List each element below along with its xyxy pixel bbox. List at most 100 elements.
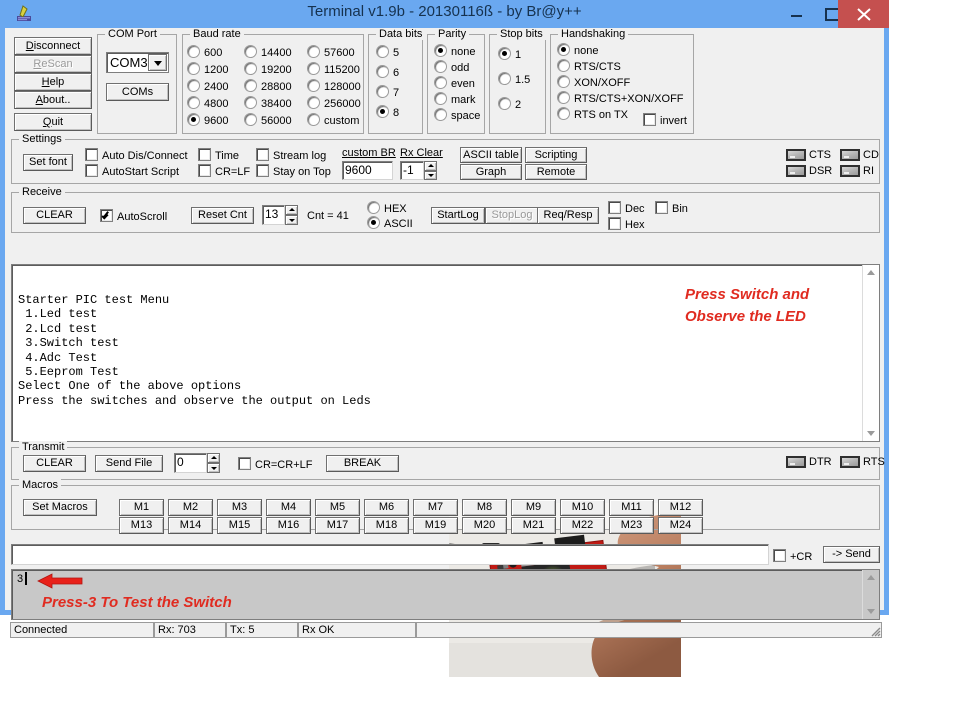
spinner-down-icon[interactable] [424,170,437,180]
cnt-spinner[interactable] [285,205,298,225]
macro-button-m1[interactable]: M1 [119,499,164,516]
parity-odd-radio[interactable]: odd [434,60,469,75]
stream-log-checkbox[interactable]: Stream log [256,148,326,163]
req-resp-button[interactable]: Req/Resp [537,207,599,224]
macro-button-m18[interactable]: M18 [364,517,409,534]
data-bits-6-radio[interactable]: 6 [376,65,399,80]
parity-none-radio[interactable]: none [434,44,475,59]
stop-bits-2-radio[interactable]: 2 [498,97,521,112]
resize-grip-icon[interactable] [869,625,881,637]
about-button[interactable]: About.. [14,91,92,109]
scroll-up-arrow[interactable] [863,570,879,585]
cnt-input[interactable]: 13 [262,205,285,225]
stop-log-button[interactable]: StopLog [485,207,539,224]
macro-button-m10[interactable]: M10 [560,499,605,516]
start-log-button[interactable]: StartLog [431,207,485,224]
handshaking-rts-cts-radio[interactable]: RTS/CTS [557,59,621,74]
disconnect-button[interactable]: Disconnect [14,37,92,55]
ascii-table-button[interactable]: ASCII table [460,147,522,163]
auto-dis-connect-checkbox[interactable]: Auto Dis/Connect [85,148,188,163]
macro-button-m8[interactable]: M8 [462,499,507,516]
autoscroll-checkbox[interactable]: AutoScroll [100,209,167,224]
baud-19200-radio[interactable]: 19200 [244,62,292,77]
parity-space-radio[interactable]: space [434,108,480,123]
baud-4800-radio[interactable]: 4800 [187,96,228,111]
stop-bits-1-5-radio[interactable]: 1.5 [498,72,530,87]
macro-button-m21[interactable]: M21 [511,517,556,534]
macro-button-m23[interactable]: M23 [609,517,654,534]
rx-clear-spinner[interactable] [424,161,437,180]
data-bits-7-radio[interactable]: 7 [376,85,399,100]
close-button[interactable] [838,0,889,28]
send-input[interactable] [11,544,769,565]
macro-button-m6[interactable]: M6 [364,499,409,516]
macro-button-m7[interactable]: M7 [413,499,458,516]
cr-lf-checkbox[interactable]: CR=LF [198,164,250,179]
handshaking-xon-xoff-radio[interactable]: XON/XOFF [557,75,630,90]
rescan-button[interactable]: ReScan [14,55,92,73]
minimize-button[interactable] [778,0,814,28]
cr-cr-lf-checkbox[interactable]: CR=CR+LF [238,457,312,472]
com-port-select[interactable]: COM3 [106,52,169,73]
macro-button-m17[interactable]: M17 [315,517,360,534]
macro-button-m15[interactable]: M15 [217,517,262,534]
send-button[interactable]: -> Send [823,546,880,563]
spinner-up-icon[interactable] [285,205,298,215]
macro-button-m9[interactable]: M9 [511,499,556,516]
stay-on-top-checkbox[interactable]: Stay on Top [256,164,331,179]
chevron-down-icon[interactable] [148,54,167,71]
macro-button-m22[interactable]: M22 [560,517,605,534]
handshaking-rts-cts-xon-xoff-radio[interactable]: RTS/CTS+XON/XOFF [557,91,684,106]
baud-56000-radio[interactable]: 56000 [244,113,292,128]
transmit-scrollbar[interactable] [862,570,879,619]
dec-checkbox[interactable]: Dec [608,201,645,216]
baud-2400-radio[interactable]: 2400 [187,79,228,94]
spinner-up-icon[interactable] [207,453,220,463]
autostart-script-checkbox[interactable]: AutoStart Script [85,164,179,179]
receive-mode-hex-radio[interactable]: HEX [367,201,407,216]
baud-14400-radio[interactable]: 14400 [244,45,292,60]
scroll-up-arrow[interactable] [863,265,879,280]
baud-256000-radio[interactable]: 256000 [307,96,361,111]
break-button[interactable]: BREAK [326,455,399,472]
invert-checkbox[interactable]: invert [643,113,687,128]
quit-button[interactable]: Quit [14,113,92,131]
graph-button[interactable]: Graph [460,164,522,180]
custom-br-input[interactable]: 9600 [342,161,393,180]
macro-button-m16[interactable]: M16 [266,517,311,534]
baud-9600-radio[interactable]: 9600 [187,113,228,128]
remote-button[interactable]: Remote [525,164,587,180]
set-macros-button[interactable]: Set Macros [23,499,97,516]
spinner-down-icon[interactable] [285,215,298,225]
macro-button-m12[interactable]: M12 [658,499,703,516]
terminal-output[interactable]: Starter PIC test Menu 1.Led test 2.Lcd t… [11,264,880,677]
spinner-down-icon[interactable] [207,463,220,473]
parity-even-radio[interactable]: even [434,76,475,91]
macro-button-m2[interactable]: M2 [168,499,213,516]
receive-mode-ascii-radio[interactable]: ASCII [367,216,413,231]
data-bits-8-radio[interactable]: 8 [376,105,399,120]
baud-115200-radio[interactable]: 115200 [307,62,360,77]
scroll-down-arrow[interactable] [863,604,879,619]
macro-button-m24[interactable]: M24 [658,517,703,534]
macro-button-m11[interactable]: M11 [609,499,654,516]
coms-button[interactable]: COMs [106,83,169,101]
macro-button-m19[interactable]: M19 [413,517,458,534]
transmit-delay-spinner[interactable] [207,453,220,473]
macro-button-m3[interactable]: M3 [217,499,262,516]
help-button[interactable]: Help [14,73,92,91]
baud-128000-radio[interactable]: 128000 [307,79,361,94]
time-checkbox[interactable]: Time [198,148,239,163]
handshaking-none-radio[interactable]: none [557,43,598,58]
macro-button-m13[interactable]: M13 [119,517,164,534]
spinner-up-icon[interactable] [424,161,437,171]
macro-button-m4[interactable]: M4 [266,499,311,516]
baud-custom-radio[interactable]: custom [307,113,359,128]
reset-cnt-button[interactable]: Reset Cnt [191,207,254,224]
macro-button-m14[interactable]: M14 [168,517,213,534]
transmit-delay-input[interactable]: 0 [174,453,207,473]
parity-mark-radio[interactable]: mark [434,92,475,107]
baud-1200-radio[interactable]: 1200 [187,62,228,77]
terminal-scrollbar[interactable] [862,265,879,441]
baud-600-radio[interactable]: 600 [187,45,222,60]
